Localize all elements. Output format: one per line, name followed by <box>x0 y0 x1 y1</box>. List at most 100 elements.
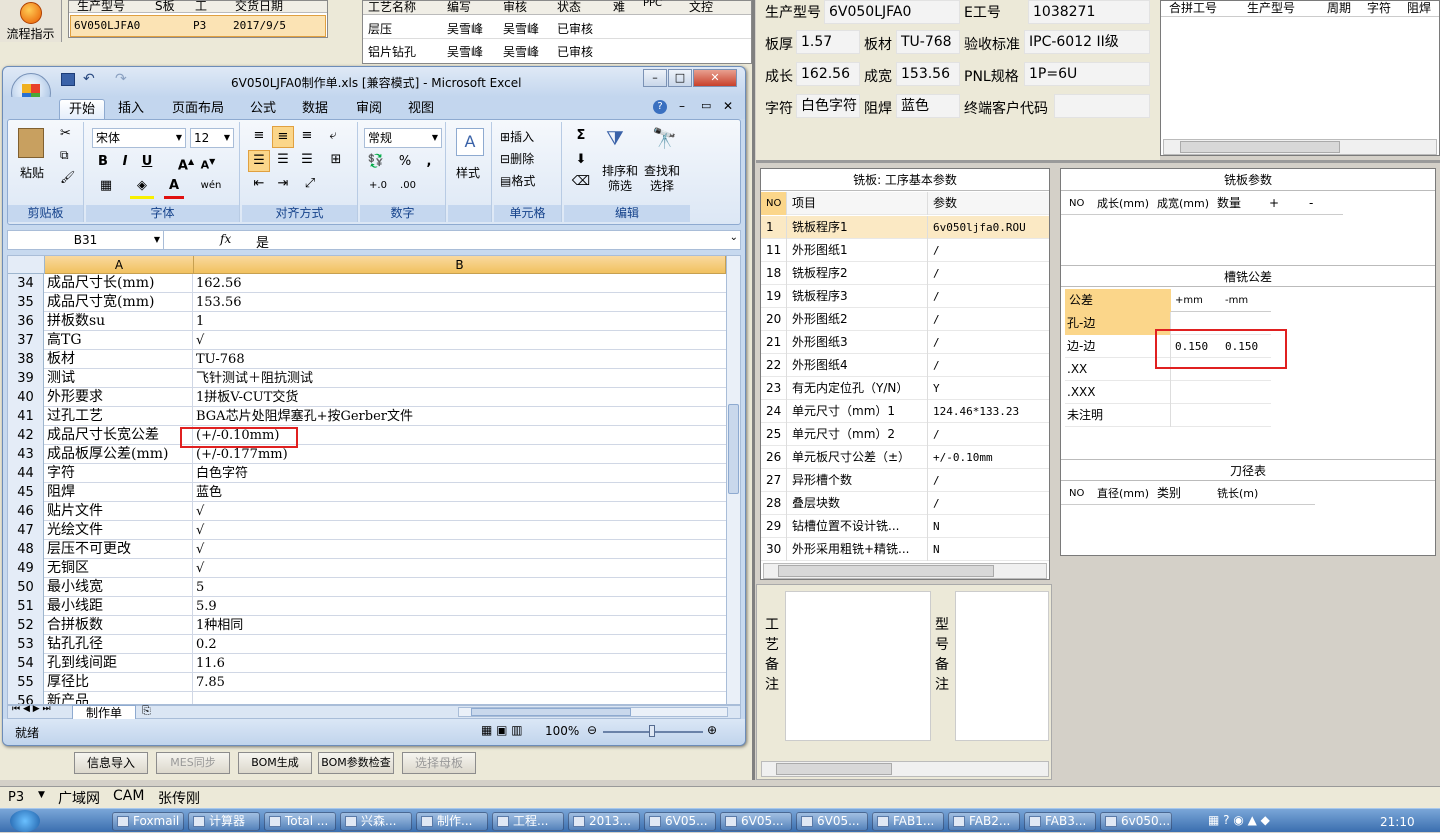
taskbar-item[interactable]: 工程... <box>492 812 564 831</box>
wrap-text-icon[interactable]: ⤶ <box>322 126 344 146</box>
cell-a[interactable]: 合拼板数 <box>45 616 193 635</box>
chevron-down-icon[interactable]: ▼ <box>38 790 45 800</box>
remove-row-button[interactable]: - <box>1309 192 1313 215</box>
cell-a[interactable]: 无铜区 <box>45 559 193 578</box>
sort-filter-button[interactable]: 排序和 筛选 <box>602 164 638 194</box>
table-row[interactable]: 6V050LJFA0 P3 2017/9/5 <box>70 15 326 37</box>
table-row[interactable]: 40 外形要求 1拼板V-CUT交货 <box>8 388 726 407</box>
find-select-button[interactable]: 查找和 选择 <box>644 164 680 194</box>
format-painter-icon[interactable]: 🖌 <box>60 170 75 184</box>
cell-b[interactable]: 153.56 <box>194 293 726 312</box>
taskbar-item[interactable]: FAB1... <box>872 812 944 831</box>
table-row[interactable]: 46 贴片文件 √ <box>8 502 726 521</box>
splitter[interactable] <box>756 160 1440 163</box>
taskbar-item[interactable]: 6V05... <box>720 812 792 831</box>
cell-b[interactable]: BGA芯片处阻焊塞孔+按Gerber文件 <box>194 407 726 426</box>
font-size-select[interactable]: 12 ▼ <box>190 128 234 148</box>
decrease-indent-icon[interactable]: ⇤ <box>248 174 270 194</box>
shrink-font-icon[interactable]: A▼ <box>198 152 218 176</box>
cell-b[interactable]: 162.56 <box>194 274 726 293</box>
font-name-select[interactable]: 宋体 ▼ <box>92 128 186 148</box>
cell-b[interactable]: √ <box>194 331 726 350</box>
cell-b[interactable] <box>194 692 726 704</box>
table-row[interactable]: 19 铣板程序3/ <box>761 285 1049 308</box>
row-header[interactable]: 54 <box>8 654 44 673</box>
table-row[interactable]: 26 单元板尺寸公差（±） +/-0.10mm <box>761 446 1049 469</box>
table-row[interactable]: 未注明 <box>1065 404 1271 427</box>
zoom-level[interactable]: 100% <box>545 724 579 738</box>
table-row[interactable]: 42 成品尺寸长宽公差 (+/-0.10mm) <box>8 426 726 445</box>
cell-a[interactable]: 过孔工艺 <box>45 407 193 426</box>
delete-cells-button[interactable]: ⊟删除 <box>500 150 534 167</box>
close-button[interactable]: ✕ <box>693 69 737 87</box>
grow-font-icon[interactable]: A▲ <box>176 152 196 176</box>
formula-input[interactable]: 是 <box>256 232 269 251</box>
solder-mask-field[interactable]: 蓝色 <box>896 94 960 118</box>
tab-formulas[interactable]: 公式 <box>243 99 283 119</box>
table-row[interactable]: 35 成品尺寸宽(mm) 153.56 <box>8 293 726 312</box>
table-row[interactable]: 28 叠层块数 / <box>761 492 1049 515</box>
table-row[interactable]: 47 光绘文件 √ <box>8 521 726 540</box>
insert-cells-button[interactable]: ⊞插入 <box>500 128 534 145</box>
ribbon-restore-icon[interactable]: ▭ <box>701 99 711 112</box>
tab-page-layout[interactable]: 页面布局 <box>165 99 231 119</box>
row-header[interactable]: 55 <box>8 673 44 692</box>
process-notes-textarea[interactable] <box>785 591 931 741</box>
zoom-in-icon[interactable]: ⊕ <box>707 723 717 737</box>
cell-b[interactable]: 白色字符 <box>194 464 726 483</box>
percent-button[interactable]: % <box>396 152 414 172</box>
model-notes-textarea[interactable] <box>955 591 1049 741</box>
table-row[interactable]: .XXX <box>1065 381 1271 404</box>
cell-a[interactable]: 板材 <box>45 350 193 369</box>
help-icon[interactable]: ? <box>653 100 667 114</box>
find-select-icon[interactable]: 🔭 <box>652 126 677 150</box>
cell-a[interactable]: 钻孔孔径 <box>45 635 193 654</box>
cell-b[interactable]: 5.9 <box>194 597 726 616</box>
increase-indent-icon[interactable]: ⇥ <box>272 174 294 194</box>
fill-color-icon[interactable]: ◈ <box>130 176 154 199</box>
mes-sync-button[interactable]: MES同步 <box>156 752 230 774</box>
table-row[interactable]: 55 厚径比 7.85 <box>8 673 726 692</box>
styles-button[interactable]: 样式 <box>456 164 480 181</box>
border-icon[interactable]: ▦ <box>94 176 118 196</box>
cell-a[interactable]: 测试 <box>45 369 193 388</box>
decrease-decimal-icon[interactable]: .00 <box>394 176 422 196</box>
table-row[interactable]: 54 孔到线间距 11.6 <box>8 654 726 673</box>
plant-select[interactable]: P3 <box>8 790 24 805</box>
insert-function-icon[interactable]: fx <box>220 232 231 246</box>
cut-icon[interactable]: ✂ <box>60 126 71 141</box>
bom-generate-button[interactable]: BOM生成 <box>238 752 312 774</box>
splitter[interactable] <box>752 0 755 780</box>
tray-icons[interactable]: ▦ ? ◉ ▲ ◆ <box>1208 813 1270 827</box>
cell-b[interactable]: √ <box>194 521 726 540</box>
flow-indicator-button[interactable]: 流程指示 <box>0 0 62 42</box>
row-header[interactable]: 48 <box>8 540 44 559</box>
cell-b[interactable]: 1拼板V-CUT交货 <box>194 388 726 407</box>
ribbon-minimize-icon[interactable]: – <box>679 99 685 113</box>
row-header[interactable]: 47 <box>8 521 44 540</box>
add-row-button[interactable]: + <box>1269 192 1279 215</box>
table-row[interactable]: 21 外形图纸3/ <box>761 331 1049 354</box>
underline-button[interactable]: U <box>138 152 156 172</box>
cell-b[interactable]: TU-768 <box>194 350 726 369</box>
table-row[interactable]: 20 外形图纸2/ <box>761 308 1049 331</box>
table-row[interactable]: 25 单元尺寸（mm）2/ <box>761 423 1049 446</box>
e-job-field[interactable]: 1038271 <box>1028 0 1150 24</box>
table-row[interactable]: 铝片钻孔 吴雪峰 吴雪峰 已审核 <box>363 40 751 62</box>
table-row[interactable]: 22 外形图纸4/ <box>761 354 1049 377</box>
table-row[interactable]: 24 单元尺寸（mm）1 124.46*133.23 <box>761 400 1049 423</box>
minimize-button[interactable]: – <box>643 69 667 87</box>
taskbar-item[interactable]: FAB3... <box>1024 812 1096 831</box>
taskbar-item[interactable]: 制作... <box>416 812 488 831</box>
table-row[interactable]: 34 成品尺寸长(mm) 162.56 <box>8 274 726 293</box>
table-row[interactable]: 37 高TG √ <box>8 331 726 350</box>
board-thickness-field[interactable]: 1.57 <box>796 30 860 54</box>
table-row[interactable]: 53 钻孔孔径 0.2 <box>8 635 726 654</box>
cell-b[interactable]: 11.6 <box>194 654 726 673</box>
fill-icon[interactable]: ⬇ <box>570 150 592 170</box>
row-header[interactable]: 43 <box>8 445 44 464</box>
table-row[interactable]: 36 拼板数su 1 <box>8 312 726 331</box>
table-row[interactable]: 38 板材 TU-768 <box>8 350 726 369</box>
redo-icon[interactable]: ↷ <box>115 71 127 87</box>
row-header[interactable]: 51 <box>8 597 44 616</box>
